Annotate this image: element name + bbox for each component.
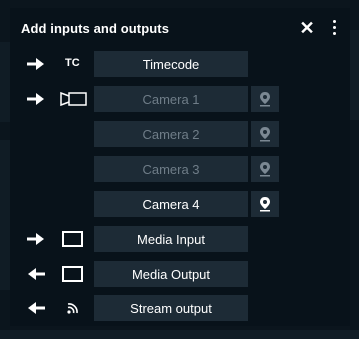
arrow-right-icon (27, 233, 44, 245)
row-stream-output: Stream output (10, 295, 350, 321)
row-camera-1: Camera 1 (10, 86, 350, 112)
background-strip-bottom (0, 330, 359, 339)
camera-3-button[interactable]: Camera 3 (94, 156, 248, 182)
add-inputs-outputs-dialog: Add inputs and outputs ✕ TC Timecode Cam… (10, 8, 350, 326)
more-options-icon[interactable] (328, 18, 342, 38)
timecode-button[interactable]: Timecode (94, 51, 248, 77)
camera-4-button[interactable]: Camera 4 (94, 191, 248, 217)
background-strip-top (0, 42, 10, 122)
stream-icon (67, 303, 78, 314)
camera-1-button[interactable]: Camera 1 (94, 86, 248, 112)
monitor-icon (62, 231, 83, 247)
arrow-right-icon (27, 58, 44, 70)
dialog-header: Add inputs and outputs ✕ (10, 8, 350, 48)
monitor-icon (62, 266, 83, 282)
timecode-icon: TC (65, 57, 80, 69)
close-button[interactable]: ✕ (298, 18, 316, 38)
arrow-left-icon (28, 268, 45, 280)
location-pin-icon[interactable] (251, 156, 279, 182)
arrow-right-icon (27, 93, 44, 105)
background-strip-left (0, 140, 10, 290)
camera-2-button[interactable]: Camera 2 (94, 121, 248, 147)
row-media-output: Media Output (10, 261, 350, 287)
row-camera-4: Camera 4 (10, 191, 350, 217)
row-media-input: Media Input (10, 226, 350, 252)
row-camera-2: Camera 2 (10, 121, 350, 147)
media-input-button[interactable]: Media Input (94, 226, 248, 252)
media-output-button[interactable]: Media Output (94, 261, 248, 287)
background-strip-right (350, 30, 359, 120)
camera-icon (60, 91, 87, 107)
stream-output-button[interactable]: Stream output (94, 295, 248, 321)
dialog-title: Add inputs and outputs (21, 21, 170, 36)
arrow-left-icon (28, 302, 45, 314)
row-camera-3: Camera 3 (10, 156, 350, 182)
row-timecode: TC Timecode (10, 51, 350, 77)
location-pin-icon[interactable] (251, 121, 279, 147)
location-pin-icon[interactable] (251, 191, 279, 217)
location-pin-icon[interactable] (251, 86, 279, 112)
